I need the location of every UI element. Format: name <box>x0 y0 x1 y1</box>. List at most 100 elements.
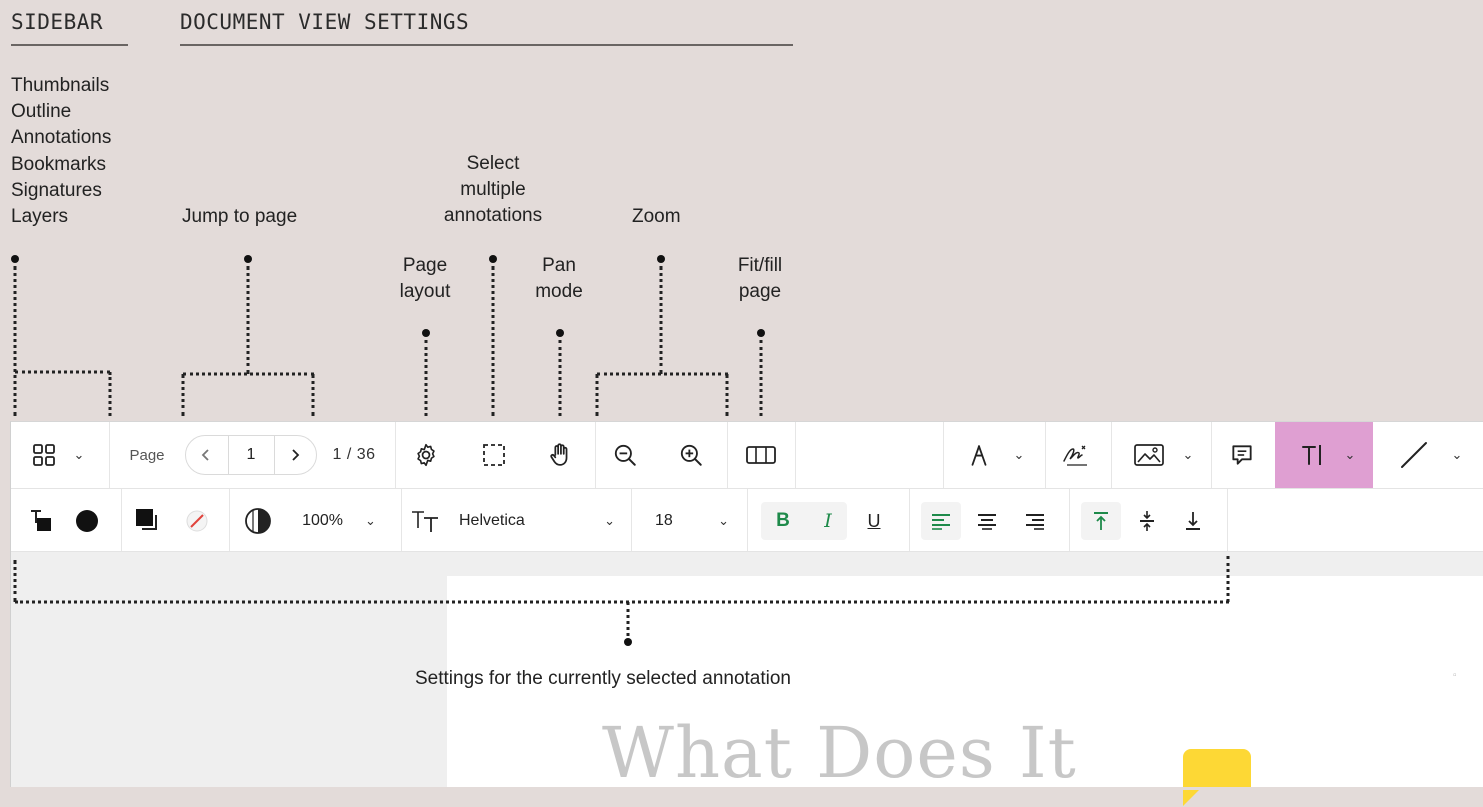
valign-middle-button[interactable] <box>1129 506 1165 536</box>
pan-mode-button[interactable] <box>541 436 579 474</box>
leader-line <box>13 560 17 602</box>
page-corner-icon: ▫ <box>1453 670 1457 681</box>
align-center-icon <box>978 514 996 530</box>
font-family-select[interactable]: Helvetica ⌄ <box>459 507 615 535</box>
toolbar-divider <box>747 489 748 551</box>
leader-line <box>246 266 250 374</box>
background-color-button[interactable] <box>133 506 163 536</box>
select-multiple-button[interactable] <box>475 437 513 473</box>
background-color-icon <box>136 509 157 530</box>
toolbar-divider <box>1227 489 1228 551</box>
chevron-down-icon: ⌄ <box>73 447 85 462</box>
opacity-icon-wrapper <box>243 506 273 536</box>
ink-tool-button[interactable]: ⌄ <box>957 437 1033 473</box>
italic-label: I <box>824 510 832 532</box>
toolbar-divider <box>943 422 944 488</box>
thumbnails-grid-icon <box>32 444 55 466</box>
leader-line <box>15 370 110 374</box>
valign-top-button[interactable] <box>1083 506 1119 536</box>
callout-zoom: Zoom <box>632 206 681 227</box>
zoom-in-button[interactable] <box>673 437 709 473</box>
callout-fit-fill-line2: page <box>738 281 782 302</box>
valign-bottom-icon <box>1186 512 1200 530</box>
valign-top-icon <box>1094 512 1108 530</box>
sidebar-header: SIDEBAR <box>11 10 128 46</box>
valign-bottom-button[interactable] <box>1175 506 1211 536</box>
chevron-down-icon: ⌄ <box>718 513 729 528</box>
leader-dot-sidebar <box>11 255 19 263</box>
underline-button[interactable]: U <box>857 505 891 537</box>
document-title-text: What Does It <box>602 712 1077 794</box>
fit-fill-page-button[interactable] <box>741 437 781 473</box>
chevron-down-icon: ⌄ <box>1013 447 1025 462</box>
bold-button[interactable]: B <box>765 505 801 537</box>
align-left-button[interactable] <box>923 506 959 536</box>
text-tool-icon <box>1301 445 1321 465</box>
zoom-out-button[interactable] <box>607 437 643 473</box>
callout-select-multiple-line2: multiple <box>460 179 526 200</box>
toolbar-divider <box>1069 489 1070 551</box>
underline-label: U <box>867 510 881 531</box>
leader-line <box>626 602 630 636</box>
toolbar-divider <box>909 489 910 551</box>
gear-icon <box>417 443 435 467</box>
font-size-select[interactable]: 18 ⌄ <box>655 507 729 535</box>
toolbar-divider <box>595 422 596 488</box>
leader-dot-zoom <box>657 255 665 263</box>
chevron-down-icon: ⌄ <box>604 513 615 528</box>
leader-dot-fit-fill <box>757 329 765 337</box>
opacity-select[interactable]: 100% ⌄ <box>289 507 389 535</box>
toolbar-divider <box>1211 422 1212 488</box>
leader-line <box>491 266 495 416</box>
leader-line <box>108 372 112 416</box>
sticky-note-tail <box>1183 790 1199 806</box>
leader-line <box>597 372 728 376</box>
bottom-strip <box>0 787 1483 807</box>
page-navigation: 1 <box>185 435 317 475</box>
page-layout-button[interactable] <box>407 437 445 473</box>
zoom-out-icon <box>614 444 636 466</box>
font-family-value: Helvetica <box>459 512 525 529</box>
no-color-icon <box>186 510 208 532</box>
callout-select-multiple-line1: Select <box>466 153 520 174</box>
callout-select-multiple: Select multiple annotations <box>435 151 551 229</box>
font-size-value: 18 <box>655 512 673 529</box>
sidebar-item-outline: Outline <box>11 101 72 123</box>
toolbar-divider <box>109 422 110 488</box>
text-tool-button[interactable]: ⌄ <box>1289 437 1365 473</box>
sidebar-items-list: Thumbnails Outline Annotations Bookmarks… <box>11 73 111 230</box>
image-tool-button[interactable]: ⌄ <box>1123 437 1203 473</box>
text-color-button[interactable] <box>27 507 55 535</box>
leader-dot-jump-to-page <box>244 255 252 263</box>
callout-page-layout: Page layout <box>393 253 457 305</box>
italic-button[interactable]: I <box>811 505 845 537</box>
align-center-button[interactable] <box>969 506 1005 536</box>
toolbar-divider <box>795 422 796 488</box>
previous-page-button[interactable] <box>186 436 226 474</box>
align-right-button[interactable] <box>1017 506 1053 536</box>
no-color-button[interactable] <box>183 507 211 535</box>
line-tool-button[interactable]: ⌄ <box>1385 437 1475 473</box>
toolbar-divider <box>727 422 728 488</box>
callout-pan-mode: Pan mode <box>527 253 591 305</box>
sidebar-toggle-button[interactable]: ⌄ <box>23 439 93 471</box>
toolbar-divider <box>1045 422 1046 488</box>
callout-settings-selected: Settings for the currently selected anno… <box>415 668 792 689</box>
sidebar-item-signatures: Signatures <box>11 179 102 201</box>
current-page-input[interactable]: 1 <box>229 436 273 474</box>
comment-tool-button[interactable] <box>1223 437 1261 473</box>
ink-pen-icon <box>971 445 986 466</box>
leader-line <box>13 266 17 416</box>
fill-color-button[interactable] <box>73 507 101 535</box>
leader-line <box>558 340 562 416</box>
callout-page-layout-line1: Page <box>402 255 448 276</box>
sidebar-item-annotations: Annotations <box>11 127 112 149</box>
signature-button[interactable] <box>1057 436 1095 474</box>
page-total: 1 / 36 <box>332 446 376 463</box>
leader-line <box>759 340 763 416</box>
toolbar-divider <box>229 489 230 551</box>
callout-select-multiple-line3: annotations <box>443 205 543 226</box>
font-size-icon <box>412 511 438 532</box>
next-page-button[interactable] <box>275 436 315 474</box>
leader-line <box>424 340 428 416</box>
